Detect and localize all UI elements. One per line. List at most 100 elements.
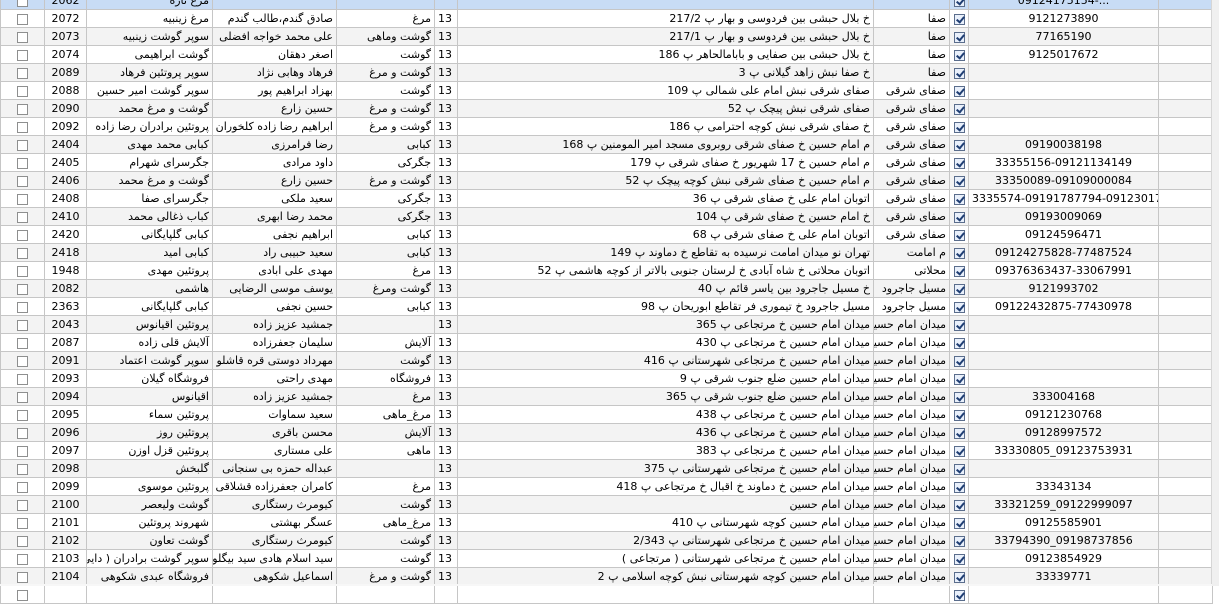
active-cell[interactable] bbox=[949, 0, 969, 10]
active-checkbox[interactable] bbox=[953, 193, 965, 205]
cell-area[interactable]: صفای شرقی bbox=[873, 117, 950, 136]
cell-empty[interactable] bbox=[1158, 441, 1213, 460]
cell-empty[interactable] bbox=[1158, 495, 1213, 514]
cell-owner-name[interactable]: فرهاد وهابی نژاد bbox=[212, 63, 337, 82]
cell-area[interactable]: میدان امام حسین bbox=[873, 513, 950, 532]
cell-empty[interactable] bbox=[1158, 207, 1213, 226]
cell-phone[interactable]: 09124175154-... bbox=[968, 0, 1159, 10]
cell-district[interactable]: 13 bbox=[434, 207, 458, 226]
row-select-checkbox[interactable] bbox=[17, 391, 28, 403]
cell-empty[interactable] bbox=[1158, 261, 1213, 280]
cell-empty[interactable] bbox=[1158, 333, 1213, 352]
active-cell[interactable] bbox=[949, 189, 969, 208]
cell-id[interactable]: 2420 bbox=[44, 225, 87, 244]
cell-shop-name[interactable]: جگرسرای صفا bbox=[86, 189, 213, 208]
row-select-checkbox[interactable] bbox=[17, 517, 28, 529]
cell-owner-name[interactable]: صادق گندم،طالب گندم bbox=[212, 9, 337, 28]
active-cell[interactable] bbox=[949, 513, 969, 532]
row-select-checkbox[interactable] bbox=[17, 13, 28, 25]
active-cell[interactable] bbox=[949, 279, 969, 298]
cell-category[interactable]: کبابی bbox=[336, 225, 435, 244]
cell-phone[interactable]: 09128997572 bbox=[968, 423, 1159, 442]
cell-category[interactable]: گوشت bbox=[336, 81, 435, 100]
cell-category[interactable]: گوشت و مرغ bbox=[336, 63, 435, 82]
row-select-checkbox[interactable] bbox=[17, 283, 28, 295]
active-cell[interactable] bbox=[949, 495, 969, 514]
table-row[interactable]: 1948 پروتئین مهدی مهدی علی ابادی مرغ 13 اتوبا… bbox=[0, 261, 1213, 280]
cell-area[interactable]: میدان امام حسین bbox=[873, 531, 950, 550]
cell-district[interactable]: 13 bbox=[434, 279, 458, 298]
cell-owner-name[interactable] bbox=[212, 585, 337, 604]
cell-id[interactable]: 2103 bbox=[44, 549, 87, 568]
row-select-checkbox[interactable] bbox=[17, 49, 28, 61]
cell-area[interactable]: صفا bbox=[873, 63, 950, 82]
row-select-cell[interactable] bbox=[0, 477, 45, 496]
cell-id[interactable]: 2418 bbox=[44, 243, 87, 262]
row-select-cell[interactable] bbox=[0, 423, 45, 442]
cell-empty[interactable] bbox=[1158, 81, 1213, 100]
cell-owner-name[interactable]: مهرداد دوستی قره قاشلو bbox=[212, 351, 337, 370]
table-row[interactable]: 2090 گوشت و مرغ محمد حسین زارع گوشت و مرغ 13… bbox=[0, 99, 1213, 118]
cell-category[interactable]: گوشت و مرغ bbox=[336, 117, 435, 136]
row-select-cell[interactable] bbox=[0, 441, 45, 460]
cell-phone[interactable]: 09121230768 bbox=[968, 405, 1159, 424]
cell-owner-name[interactable]: اصغر دهقان bbox=[212, 45, 337, 64]
active-cell[interactable] bbox=[949, 477, 969, 496]
cell-address[interactable] bbox=[457, 585, 874, 604]
cell-empty[interactable] bbox=[1158, 99, 1213, 118]
row-select-checkbox[interactable] bbox=[17, 139, 28, 151]
cell-category[interactable]: فروشگاه bbox=[336, 369, 435, 388]
cell-owner-name[interactable]: کیومرث رستگاری bbox=[212, 495, 337, 514]
cell-empty[interactable] bbox=[1158, 171, 1213, 190]
cell-category[interactable]: مرغ_ماهی bbox=[336, 405, 435, 424]
cell-category[interactable]: مرغ bbox=[336, 9, 435, 28]
table-row[interactable]: 2072 مرغ زینبیه صادق گندم،طالب گندم مرغ 13 خ … bbox=[0, 9, 1213, 28]
row-select-checkbox[interactable] bbox=[17, 211, 28, 223]
cell-shop-name[interactable]: پروتئین برادران رضا زاده bbox=[86, 117, 213, 136]
table-row[interactable]: 2100 گوشت ولیعصر کیومرث رستگاری گوشت 13 میدان… bbox=[0, 495, 1213, 514]
cell-address[interactable]: میدان امام حسین خ مرتجاعی شهرستانی پ 375 bbox=[457, 459, 874, 478]
table-row[interactable]: 2092 پروتئین برادران رضا زاده ابراهیم رضا … bbox=[0, 117, 1213, 136]
cell-shop-name[interactable]: پروتئین سماء bbox=[86, 405, 213, 424]
row-select-checkbox[interactable] bbox=[17, 247, 28, 259]
cell-address[interactable]: خ بلال حبشی بین فردوسی و بهار پ 217/1 bbox=[457, 27, 874, 46]
cell-address[interactable]: اتوبان امام علی خ صفای شرقی پ 36 bbox=[457, 189, 874, 208]
cell-area[interactable] bbox=[873, 0, 950, 10]
row-select-cell[interactable] bbox=[0, 531, 45, 550]
row-select-checkbox[interactable] bbox=[17, 427, 28, 439]
active-checkbox[interactable] bbox=[953, 67, 965, 79]
row-select-cell[interactable] bbox=[0, 0, 45, 10]
cell-owner-name[interactable]: حسین زارع bbox=[212, 99, 337, 118]
active-cell[interactable] bbox=[949, 441, 969, 460]
cell-empty[interactable] bbox=[1158, 135, 1213, 154]
cell-category[interactable]: گوشت و مرغ bbox=[336, 171, 435, 190]
active-checkbox[interactable] bbox=[953, 175, 965, 187]
active-checkbox[interactable] bbox=[953, 553, 965, 565]
cell-phone[interactable]: 09193009069 bbox=[968, 207, 1159, 226]
cell-category[interactable] bbox=[336, 0, 435, 10]
cell-address[interactable] bbox=[457, 0, 874, 10]
cell-shop-name[interactable]: گوشت و مرغ محمد bbox=[86, 99, 213, 118]
row-select-cell[interactable] bbox=[0, 243, 45, 262]
cell-address[interactable]: میدان امام حسین خ مرتجاعی پ 383 bbox=[457, 441, 874, 460]
cell-empty[interactable] bbox=[1158, 45, 1213, 64]
active-checkbox[interactable] bbox=[953, 373, 965, 385]
cell-empty[interactable] bbox=[1158, 477, 1213, 496]
active-checkbox[interactable] bbox=[953, 247, 965, 259]
row-select-cell[interactable] bbox=[0, 99, 45, 118]
cell-owner-name[interactable]: مهدی علی ابادی bbox=[212, 261, 337, 280]
cell-address[interactable]: میدان امام حسین bbox=[457, 495, 874, 514]
cell-id[interactable]: 2096 bbox=[44, 423, 87, 442]
cell-phone[interactable]: 09124275828-77487524 bbox=[968, 243, 1159, 262]
cell-district[interactable]: 13 bbox=[434, 351, 458, 370]
cell-phone[interactable] bbox=[968, 117, 1159, 136]
row-select-cell[interactable] bbox=[0, 135, 45, 154]
table-row[interactable]: 2082 هاشمی یوسف موسی الرضایی گوشت ومرغ 13 خ م… bbox=[0, 279, 1213, 298]
cell-empty[interactable] bbox=[1158, 351, 1213, 370]
table-row[interactable]: 2062 مرغ تازه 09124175154-... bbox=[0, 0, 1213, 10]
cell-area[interactable]: م امامت bbox=[873, 243, 950, 262]
table-row[interactable]: 2088 سوپر گوشت امیر حسین بهزاد ابراهیم پور… bbox=[0, 81, 1213, 100]
cell-category[interactable]: گوشت ومرغ bbox=[336, 279, 435, 298]
cell-owner-name[interactable]: داود مرادی bbox=[212, 153, 337, 172]
cell-id[interactable]: 2408 bbox=[44, 189, 87, 208]
